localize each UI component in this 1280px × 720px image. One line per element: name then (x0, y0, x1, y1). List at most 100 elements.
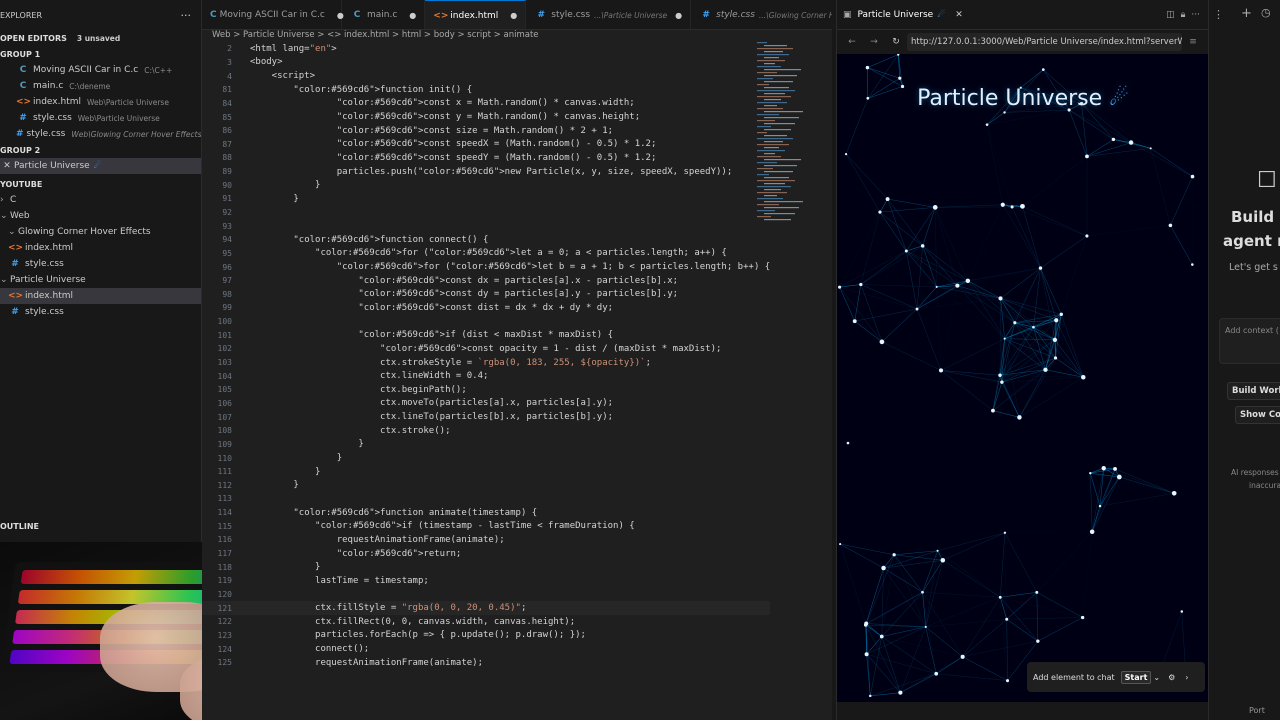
tree-item[interactable]: ⌄ Particle Universe (0, 272, 201, 288)
open-editors-section[interactable]: OPEN EDITORS 3 unsaved (0, 30, 201, 46)
tree-item[interactable]: › C (0, 192, 201, 208)
show-config-button[interactable]: Show Co (1235, 406, 1280, 424)
lock-icon[interactable]: 🔒︎ (1181, 10, 1186, 20)
particle-link (1131, 142, 1151, 149)
particle-link (1170, 225, 1193, 265)
menu-icon[interactable]: ≡ (1182, 37, 1204, 47)
unsaved-dot-icon[interactable]: ● (409, 11, 416, 20)
particle-link (1086, 225, 1171, 237)
open-editor-particle-universe[interactable]: ✕ Particle Universe ☄ (0, 158, 201, 174)
history-icon[interactable]: ◷ (1261, 6, 1271, 19)
split-editor-icon[interactable]: ◫ (1166, 10, 1175, 20)
particle-link (1022, 156, 1088, 207)
code-line: 124 connect(); (202, 642, 770, 656)
code-text: ctx.strokeStyle = `rgba(0, 183, 255, ${o… (250, 357, 651, 368)
line-number: 104 (217, 371, 232, 381)
particle-link (1099, 468, 1104, 507)
open-editor-item[interactable]: # style.css Web\Particle Universe (0, 110, 201, 126)
more-actions-icon[interactable]: ··· (1191, 10, 1200, 20)
menu-icon[interactable]: ⋮ (1213, 8, 1224, 21)
code-text: "color:#569cd6">function animate(timesta… (293, 507, 538, 518)
tree-item[interactable]: <> index.html (0, 240, 201, 256)
tree-item[interactable]: ⌄ Glowing Corner Hover Effects (0, 224, 201, 240)
particle-link (1068, 109, 1088, 157)
tab-label: style.css (551, 10, 591, 20)
chevron-down-icon[interactable]: ⌄ (1153, 673, 1160, 682)
particle-link (865, 624, 882, 637)
open-editor-item[interactable]: <> index.html Web\Particle Universe (0, 94, 201, 110)
workspace-label[interactable]: YOUTUBE (0, 176, 201, 192)
code-line: 121 ctx.fillStyle = "rgba(0, 0, 20, 0.45… (202, 601, 771, 615)
chat-sparkle-icon: ☐ (1257, 168, 1277, 193)
context-input[interactable] (1219, 318, 1280, 364)
tree-item[interactable]: # style.css (0, 256, 201, 272)
code-editor[interactable]: 2 <html lang="en"> 3 <body> 4 <script> 81 "co… (202, 42, 832, 720)
code-line: 125 requestAnimationFrame(animate); (202, 656, 770, 670)
tree-item[interactable]: <> index.html (0, 288, 201, 304)
minimap-line (757, 138, 793, 140)
particle-link (957, 286, 1033, 328)
chat-panel: ⋮ + ◷ ☐ Build w agent m Let's get s Add … (1208, 0, 1280, 720)
plus-icon[interactable]: + (1241, 6, 1252, 21)
build-workspace-button[interactable]: Build Work (1227, 382, 1280, 400)
minimap-line (757, 66, 781, 68)
forward-icon[interactable]: → (863, 37, 885, 47)
editor-tab[interactable]: # style.css ...\Particle Universe ● (526, 0, 692, 29)
open-editor-item[interactable]: # style.css Web\Glowing Corner Hover Effec… (0, 126, 201, 142)
particle-link (860, 284, 918, 310)
breadcrumb[interactable]: Web > Particle Universe > <> index.html … (202, 30, 832, 42)
minimap-line (757, 216, 771, 218)
particle-dot (1035, 590, 1039, 594)
tree-item[interactable]: ⌄ Web (0, 208, 201, 224)
minimap-line (764, 165, 797, 167)
code-line: 123 particles.forEach(p => { p.update();… (202, 629, 770, 643)
unsaved-dot-icon[interactable]: ● (675, 11, 682, 20)
minimap-line (764, 117, 799, 119)
particle-dot (1041, 68, 1045, 71)
minimap[interactable] (757, 42, 817, 242)
open-editor-item[interactable]: Cmain.c C:\deneme (0, 78, 201, 94)
ports-label[interactable]: Port (1249, 706, 1265, 715)
close-icon[interactable]: ✕ (955, 10, 963, 20)
particle-link (1086, 139, 1114, 157)
particle-dot (921, 590, 924, 594)
editor-tab[interactable]: C Moving ASCII Car in C.c ● (202, 0, 344, 29)
minimap-line (764, 69, 801, 71)
chevron-right-icon[interactable]: › (1185, 673, 1188, 682)
particle-dot (863, 623, 868, 627)
particle-link (962, 597, 1001, 657)
open-editor-item[interactable]: C Moving ASCII Car in C.c C:\C++ (0, 62, 201, 78)
particle-link (900, 656, 963, 693)
unsaved-dot-icon[interactable]: ● (510, 11, 517, 20)
reload-icon[interactable]: ↻ (885, 37, 907, 47)
editor-tab[interactable]: <> index.html ● (425, 0, 527, 29)
line-number: 89 (222, 167, 232, 177)
particle-link (860, 284, 937, 288)
url-input[interactable]: http://127.0.0.1:3000/Web/Particle Unive… (907, 33, 1182, 51)
start-button[interactable]: Start (1120, 670, 1152, 684)
ai-note-1: AI responses (1231, 468, 1279, 477)
tree-item[interactable]: # style.css (0, 304, 201, 320)
browser-tab[interactable]: ▣ Particle Universe ☄ ✕ ◫ 🔒︎ ··· (837, 0, 1208, 30)
particle-link (986, 112, 1005, 125)
open-editor-path: C:\deneme (69, 81, 111, 91)
particle-link (922, 207, 936, 246)
particle-link (881, 636, 901, 693)
particle-dot (920, 244, 925, 248)
particle-dot (1098, 504, 1102, 508)
editor-tab[interactable]: #style.css...\Glowing Corner Hov● (691, 0, 832, 29)
particle-link (967, 204, 1004, 281)
back-icon[interactable]: ← (841, 37, 863, 47)
code-text: connect(); (250, 644, 370, 654)
outline-section[interactable]: OUTLINE (0, 522, 202, 536)
close-icon[interactable]: ✕ (0, 161, 14, 171)
more-actions-icon[interactable]: ··· (181, 9, 192, 22)
code-line: 105 ctx.beginPath(); (202, 383, 770, 397)
minimap-line (757, 84, 769, 86)
editor-tab[interactable]: Cmain.c ● (342, 0, 426, 29)
particle-canvas[interactable]: Particle Universe ☄ Add element to chat … (837, 54, 1209, 702)
line-number: 108 (217, 426, 232, 436)
particle-dot (960, 654, 965, 659)
gear-icon[interactable]: ⚙ (1168, 673, 1175, 682)
minimap-line (757, 204, 779, 206)
